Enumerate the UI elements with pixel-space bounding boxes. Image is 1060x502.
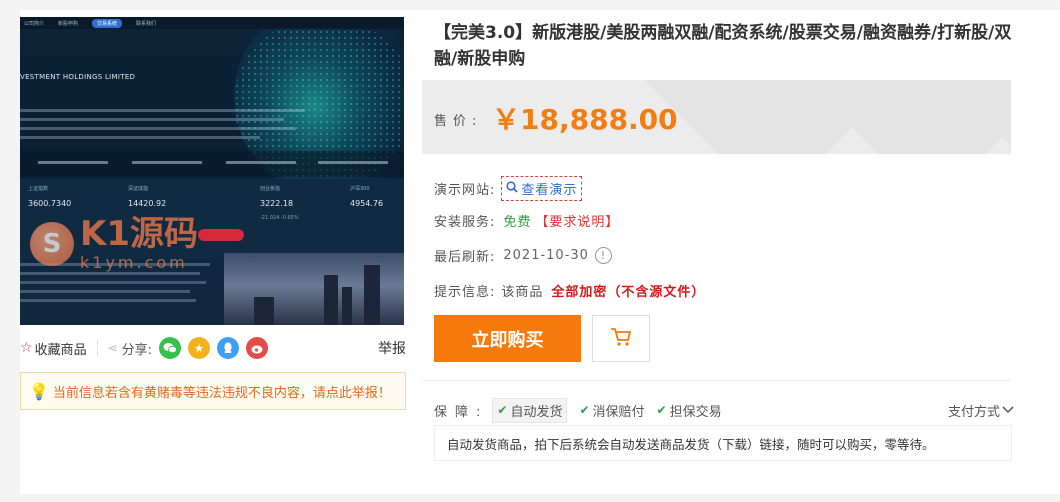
share-icon: ⋖ xyxy=(107,341,118,355)
price-label: 售价: xyxy=(434,114,483,129)
install-row: 安装服务: 免费 【要求说明】 xyxy=(434,211,619,230)
share-text: 分享: xyxy=(121,342,153,358)
stat-label: 上证指数 xyxy=(28,186,49,192)
preview-text-block xyxy=(20,109,320,145)
divider xyxy=(422,380,1011,381)
preview-stats: 上证指数 3600.7340 深证成指 14420.92 创业板指 3222.1… xyxy=(20,179,404,259)
tip-label: 提示信息: xyxy=(434,285,496,300)
stat-value: 14420.92 xyxy=(128,199,167,208)
help-icon[interactable]: ! xyxy=(594,247,612,264)
refresh-date: 2021-10-30 xyxy=(503,248,589,263)
guarantee-item-escrow[interactable]: ✔ 担保交易 xyxy=(657,401,722,420)
price-box: 售价: ￥18,888.00 xyxy=(422,80,1011,154)
demo-link-text: 查看演示 xyxy=(521,183,578,198)
product-title: 【完美3.0】新版港股/美股两融双融/配资系统/股票交易/融资融券/打新股/双融… xyxy=(434,23,1012,69)
stat-label: 深证成指 xyxy=(128,186,149,192)
demo-link[interactable]: 查看演示 xyxy=(501,176,583,201)
guarantee-item-auto-delivery[interactable]: ✔ 自动发货 xyxy=(492,397,568,423)
favorite-button[interactable]: ☆ 收藏商品 xyxy=(20,339,87,358)
guarantee-label: 保障: xyxy=(434,404,489,420)
check-icon: ✔ xyxy=(579,403,590,417)
stat-label: 沪深300 xyxy=(350,186,370,192)
stat-change: -21.024 -0.65% xyxy=(260,215,299,221)
install-label: 安装服务: xyxy=(434,215,496,230)
qq-icon[interactable] xyxy=(217,337,240,359)
tip-prefix: 该商品 xyxy=(501,285,544,300)
payment-method-dropdown[interactable]: 支付方式 xyxy=(948,401,1014,420)
add-to-cart-button[interactable] xyxy=(592,315,650,362)
stat-value: 3222.18 xyxy=(260,199,294,208)
tip-row: 提示信息: 该商品 全部加密（不含源文件） xyxy=(434,281,705,300)
preview-nav-item: 联系我们 xyxy=(136,20,157,27)
tip-value: 全部加密（不含源文件） xyxy=(551,285,706,300)
product-preview-image[interactable]: 公司简介 新股申购 交易系统 联系我们 VESTMENT HOLDINGS LI… xyxy=(20,17,404,325)
refresh-label: 最后刷新: xyxy=(434,250,496,265)
guarantee-item-compensation[interactable]: ✔ 消保赔付 xyxy=(579,401,644,420)
report-notice[interactable]: 💡 当前信息若含有黄赌毒等违法违规不良内容，请点此举报！ xyxy=(20,372,406,410)
search-icon xyxy=(506,180,519,197)
install-value: 免费 xyxy=(503,215,532,230)
check-icon: ✔ xyxy=(656,403,667,417)
preview-topnav: 公司简介 新股申购 交易系统 联系我们 xyxy=(20,17,404,29)
preview-nav-item: 公司简介 xyxy=(24,20,45,27)
preview-bottom-text xyxy=(20,263,220,308)
refresh-row: 最后刷新: 2021-10-30 ! xyxy=(434,246,612,265)
guarantee-description: 自动发货商品，拍下后系统会自动发送商品发货（下载）链接，随时可以购买，零等待。 xyxy=(434,425,1012,461)
stat-value: 4954.76 xyxy=(350,199,384,208)
weibo-icon[interactable] xyxy=(246,337,269,359)
preview-company-name: VESTMENT HOLDINGS LIMITED xyxy=(20,73,136,81)
cart-icon xyxy=(610,327,632,351)
stat-value: 3600.7340 xyxy=(28,199,72,208)
wechat-icon[interactable] xyxy=(159,337,182,359)
demo-label: 演示网站: xyxy=(434,183,496,198)
report-link[interactable]: 举报 xyxy=(378,338,406,358)
guarantee-item-label: 担保交易 xyxy=(669,404,722,420)
preview-nav-item: 新股申购 xyxy=(58,20,79,27)
buy-now-button[interactable]: 立即购买 xyxy=(434,315,581,362)
preview-band xyxy=(20,151,404,177)
guarantee-item-label: 消保赔付 xyxy=(592,404,645,420)
price-value: ￥18,888.00 xyxy=(492,103,678,136)
guarantee-row: 保障: ✔ 自动发货 ✔ 消保赔付 ✔ 担保交易 支付方式 xyxy=(434,397,1014,423)
notice-text: 当前信息若含有黄赌毒等违法违规不良内容，请点此举报！ xyxy=(52,385,391,401)
share-row: ☆ 收藏商品 ⋖ 分享: ★ 举报 xyxy=(20,334,406,362)
preview-nav-item: 交易系统 xyxy=(92,18,123,28)
preview-city-photo xyxy=(224,253,404,325)
demo-row: 演示网站: 查看演示 xyxy=(434,176,583,201)
payment-method-label: 支付方式 xyxy=(947,404,1000,420)
favorite-label: 收藏商品 xyxy=(34,342,87,358)
divider xyxy=(96,339,98,357)
stat-label: 创业板指 xyxy=(260,186,281,192)
check-icon: ✔ xyxy=(497,403,508,417)
guarantee-item-label: 自动发货 xyxy=(510,404,563,420)
chevron-down-icon xyxy=(1002,403,1014,418)
share-label: ⋖ 分享: xyxy=(108,339,152,358)
preview-red-button xyxy=(198,229,244,241)
lightbulb-icon: 💡 xyxy=(29,381,49,401)
install-note-link[interactable]: 【要求说明】 xyxy=(535,211,619,230)
qzone-icon[interactable]: ★ xyxy=(188,337,211,359)
star-icon: ☆ xyxy=(20,340,33,356)
